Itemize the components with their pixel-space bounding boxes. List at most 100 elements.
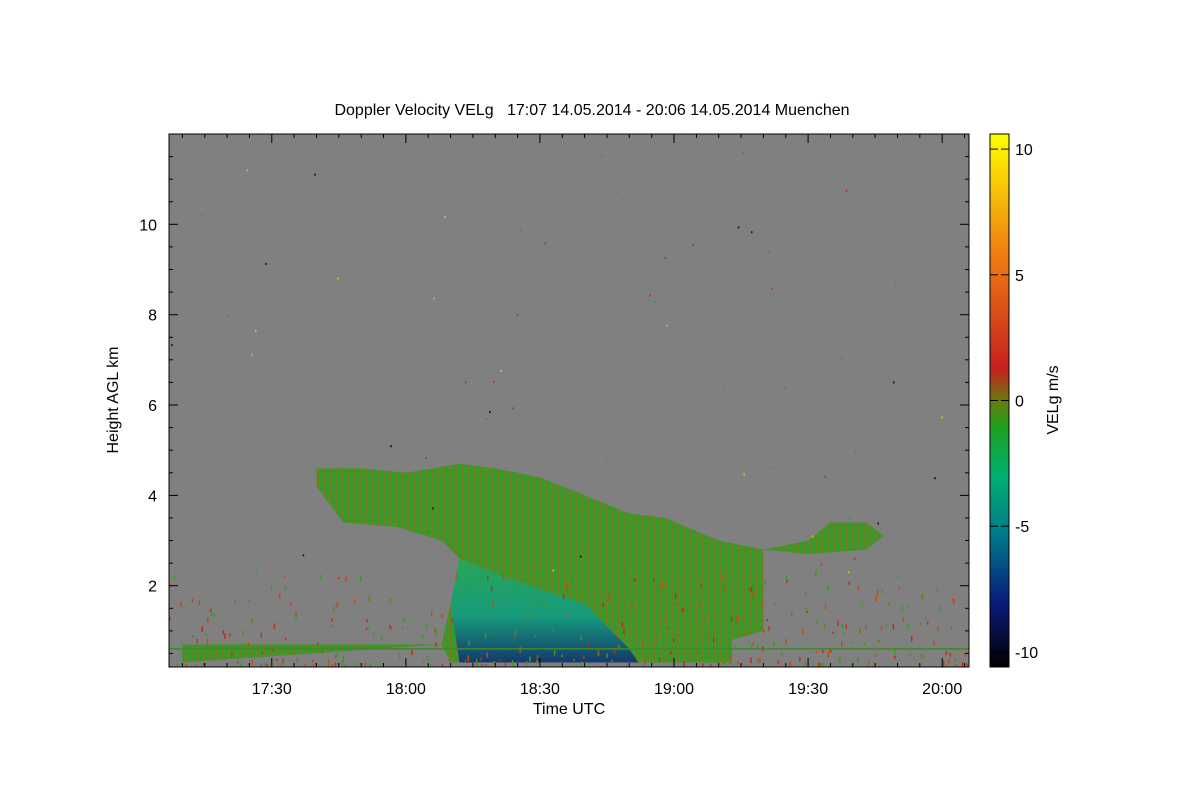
speckle-pixel: [768, 251, 770, 254]
clutter-pixel: [750, 657, 752, 664]
clutter-pixel: [338, 576, 340, 580]
clutter-pixel: [663, 618, 666, 622]
clutter-pixel: [750, 586, 753, 593]
speckle-pixel: [390, 445, 392, 448]
clutter-pixel: [707, 657, 709, 664]
colorbar-tick-label: 0: [1015, 394, 1024, 411]
clutter-pixel: [704, 615, 706, 621]
clutter-pixel: [224, 633, 226, 639]
clutter-pixel: [536, 654, 539, 659]
clutter-pixel: [880, 625, 883, 631]
clutter-pixel: [206, 638, 209, 644]
clutter-pixel: [562, 594, 565, 600]
clutter-pixel: [907, 623, 909, 628]
speckle-pixel: [622, 198, 625, 201]
clutter-pixel: [319, 574, 321, 579]
clutter-pixel: [848, 581, 850, 585]
clutter-pixel: [919, 622, 922, 626]
clutter-pixel: [921, 593, 924, 600]
clutter-pixel: [475, 658, 478, 664]
clutter-pixel: [675, 602, 678, 606]
clutter-pixel: [841, 623, 844, 629]
clutter-pixel: [871, 665, 874, 667]
clutter-pixel: [752, 642, 754, 646]
clutter-pixel: [822, 650, 824, 653]
clutter-pixel: [353, 599, 356, 604]
clutter-pixel: [529, 656, 531, 662]
clutter-pixel: [480, 657, 482, 661]
clutter-pixel: [441, 663, 444, 667]
clutter-pixel: [685, 665, 687, 667]
clutter-pixel: [804, 664, 807, 667]
clutter-pixel: [923, 656, 925, 659]
clutter-pixel: [222, 630, 224, 635]
clutter-pixel: [566, 583, 568, 589]
clutter-pixel: [860, 665, 862, 667]
clutter-pixel: [251, 651, 253, 657]
clutter-pixel: [553, 650, 556, 656]
clutter-pixel: [901, 606, 903, 611]
clutter-pixel: [170, 665, 172, 667]
clutter-pixel: [631, 604, 633, 609]
clutter-pixel: [434, 628, 436, 633]
clutter-pixel: [264, 663, 267, 667]
clutter-pixel: [785, 575, 787, 581]
clutter-pixel: [676, 643, 678, 648]
clutter-pixel: [645, 631, 648, 634]
speckle-pixel: [520, 229, 522, 232]
clutter-pixel: [606, 653, 608, 658]
clutter-pixel: [815, 570, 817, 575]
speckle-pixel: [742, 151, 744, 154]
clutter-pixel: [231, 653, 233, 656]
clutter-pixel: [322, 650, 324, 655]
clutter-pixel: [366, 619, 368, 623]
speckle-pixel: [255, 329, 257, 332]
clutter-pixel: [802, 629, 804, 635]
clutter-pixel: [333, 606, 335, 612]
clutter-pixel: [722, 660, 724, 666]
clutter-pixel: [951, 598, 953, 602]
clutter-pixel: [910, 667, 912, 673]
speckle-pixel: [849, 518, 851, 521]
speckle-pixel: [601, 154, 604, 157]
clutter-pixel: [502, 575, 505, 581]
speckle-pixel: [255, 569, 258, 572]
clutter-pixel: [634, 578, 636, 582]
clutter-pixel: [837, 620, 839, 626]
clutter-pixel: [180, 639, 183, 642]
clutter-pixel: [892, 623, 895, 630]
speckle-pixel: [464, 381, 467, 384]
clutter-pixel: [526, 661, 528, 664]
speckle-pixel: [664, 257, 667, 259]
clutter-pixel: [670, 667, 672, 672]
clutter-pixel: [877, 639, 880, 643]
speckle-pixel: [265, 262, 267, 265]
clutter-pixel: [447, 659, 450, 662]
clutter-pixel: [936, 587, 939, 593]
clutter-pixel: [642, 641, 644, 647]
clutter-pixel: [602, 603, 604, 607]
clutter-pixel: [317, 642, 319, 645]
clutter-pixel: [894, 649, 896, 655]
clutter-pixel: [312, 663, 315, 667]
clutter-pixel: [721, 653, 724, 659]
clutter-pixel: [902, 617, 905, 622]
clutter-pixel: [641, 667, 643, 671]
clutter-pixel: [667, 627, 669, 630]
clutter-pixel: [898, 586, 901, 591]
clutter-pixel: [780, 652, 783, 656]
y-tick-label: 8: [148, 308, 157, 325]
clutter-pixel: [207, 616, 209, 623]
clutter-pixel: [696, 651, 699, 654]
clutter-pixel: [273, 623, 276, 629]
clutter-pixel: [270, 584, 273, 590]
clutter-pixel: [196, 638, 198, 644]
speckle-pixel: [877, 522, 879, 525]
clutter-pixel: [761, 603, 763, 609]
x-tick-label: 19:30: [788, 681, 828, 698]
clutter-pixel: [945, 651, 948, 655]
speckle-pixel: [425, 457, 427, 460]
clutter-pixel: [906, 604, 909, 608]
clutter-pixel: [822, 662, 824, 667]
speckle-pixel: [552, 569, 554, 572]
